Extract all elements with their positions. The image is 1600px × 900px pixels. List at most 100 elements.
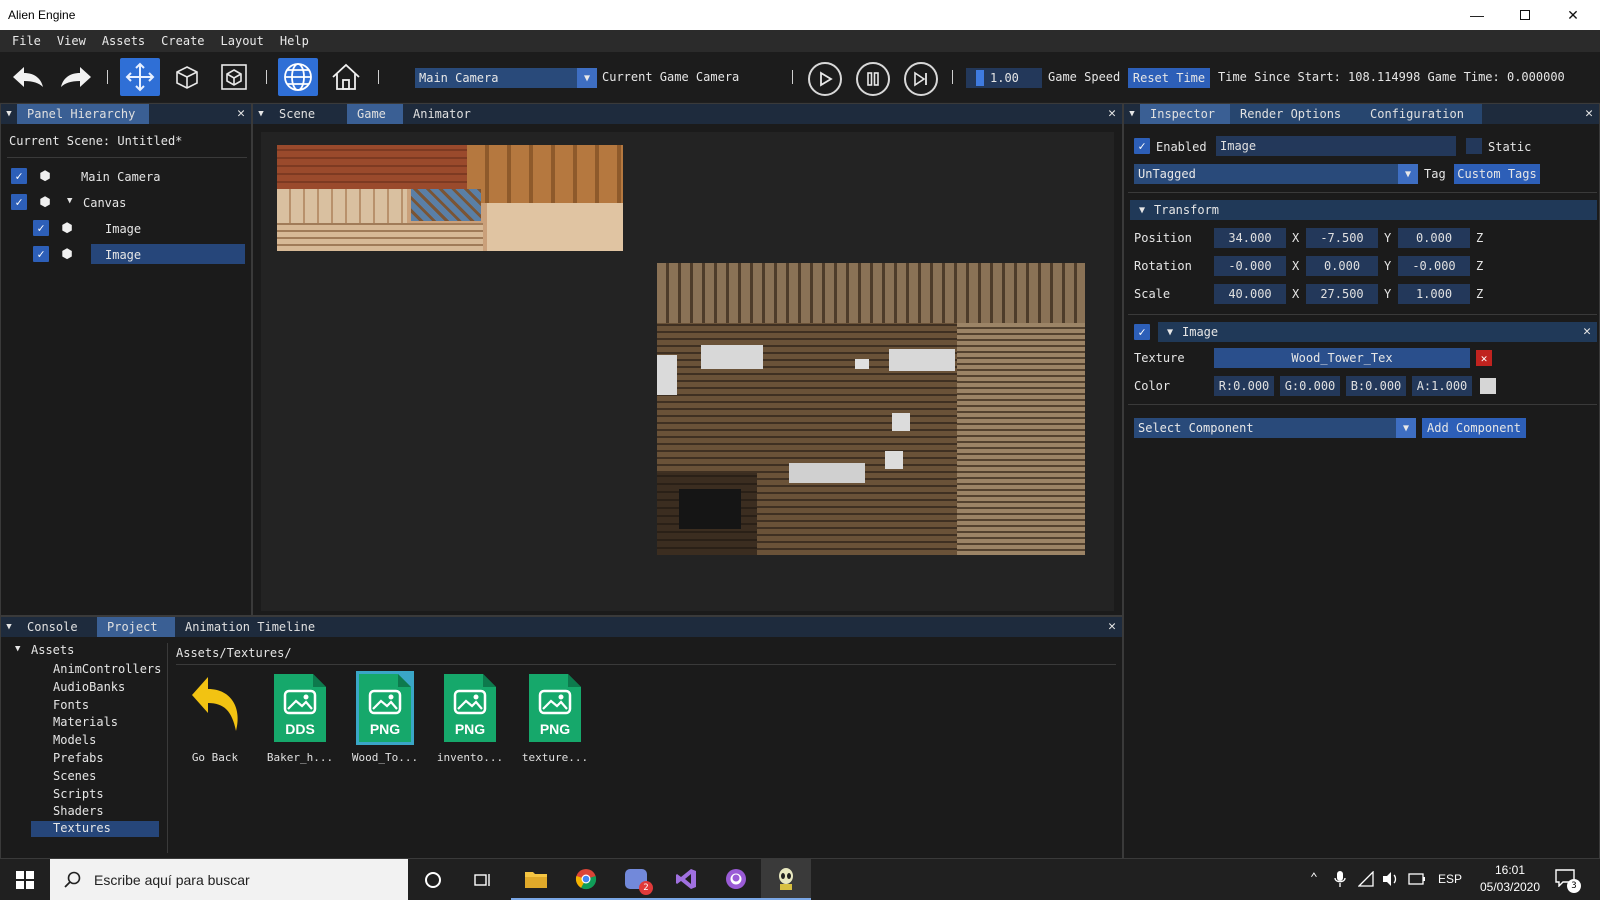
play-button[interactable]	[808, 62, 842, 96]
folder-item[interactable]: Shaders	[53, 803, 161, 821]
expand-arrow-icon[interactable]: ▼	[15, 644, 20, 654]
scale-y-input[interactable]: 27.500	[1306, 284, 1378, 304]
menu-create[interactable]: Create	[153, 34, 212, 48]
texture-slot[interactable]: Wood_Tower_Tex	[1214, 348, 1470, 368]
camera-select[interactable]: Main Camera ▼	[415, 68, 597, 88]
folder-item[interactable]: Scenes	[53, 768, 161, 786]
transform-header[interactable]: ▼ Transform	[1130, 200, 1597, 220]
close-window-button[interactable]: ✕	[1550, 0, 1596, 30]
folder-item[interactable]: Prefabs	[53, 750, 161, 768]
asset-file[interactable]: DDS Baker_h...	[258, 671, 342, 764]
tab-configuration[interactable]: Configuration	[1360, 104, 1482, 124]
tab-inspector[interactable]: Inspector	[1140, 104, 1230, 124]
scale-z-input[interactable]: 1.000	[1398, 284, 1470, 304]
tree-root-assets[interactable]: Assets	[31, 643, 74, 657]
folder-item[interactable]: Scripts	[53, 786, 161, 804]
game-view[interactable]	[261, 132, 1114, 611]
tab-scene[interactable]: Scene	[269, 104, 347, 124]
clear-texture-button[interactable]: ✕	[1476, 350, 1492, 366]
checkbox[interactable]: ✓	[33, 220, 49, 236]
folder-item[interactable]: AnimControllers	[53, 661, 161, 679]
tab-game[interactable]: Game	[347, 104, 403, 124]
volume-icon[interactable]	[1382, 871, 1400, 887]
asset-go-back[interactable]: Go Back	[173, 671, 257, 764]
game-speed-slider[interactable]: 1.00	[966, 68, 1042, 88]
rotate-tool-button[interactable]	[167, 58, 207, 96]
folder-item[interactable]: Fonts	[53, 697, 161, 715]
reset-time-button[interactable]: Reset Time	[1128, 68, 1210, 88]
scale-tool-button[interactable]	[214, 58, 254, 96]
menu-assets[interactable]: Assets	[94, 34, 153, 48]
color-swatch[interactable]	[1480, 378, 1496, 394]
network-icon[interactable]	[1358, 871, 1374, 887]
folder-item[interactable]: Models	[53, 732, 161, 750]
redo-button[interactable]	[56, 58, 96, 96]
hierarchy-item-canvas[interactable]: ✓ ⬢ ▼ Canvas	[11, 192, 247, 212]
collapse-arrow-icon[interactable]: ▼	[253, 104, 269, 124]
tab-animator[interactable]: Animator	[403, 104, 481, 124]
hierarchy-item-image[interactable]: ✓ ⬢ Image	[33, 218, 247, 238]
folder-item-textures-selected[interactable]: Textures	[31, 821, 159, 837]
asset-file-selected[interactable]: PNG Wood_To...	[343, 671, 427, 764]
pause-button[interactable]	[856, 62, 890, 96]
close-icon[interactable]: ✕	[1108, 106, 1116, 121]
tab-panel-hierarchy[interactable]: Panel Hierarchy	[17, 104, 149, 124]
world-space-button[interactable]	[278, 58, 318, 96]
close-icon[interactable]: ✕	[1108, 619, 1116, 634]
maximize-button[interactable]	[1502, 0, 1548, 30]
notifications-button[interactable]: 3	[1555, 869, 1581, 893]
custom-tags-button[interactable]: Custom Tags	[1454, 164, 1540, 184]
select-component-dropdown[interactable]: Select Component ▼	[1134, 418, 1416, 438]
minimize-button[interactable]: —	[1454, 0, 1500, 30]
taskbar-github[interactable]	[711, 859, 761, 900]
checkbox[interactable]: ✓	[33, 246, 49, 262]
checkbox[interactable]: ✓	[11, 168, 27, 184]
collapse-arrow-icon[interactable]: ▼	[1124, 104, 1140, 124]
menu-help[interactable]: Help	[272, 34, 317, 48]
show-hidden-icons-chevron-up-icon[interactable]: ⌃	[1310, 871, 1318, 886]
menu-file[interactable]: File	[4, 34, 49, 48]
menu-layout[interactable]: Layout	[213, 34, 272, 48]
battery-icon[interactable]	[1408, 872, 1426, 886]
rotation-z-input[interactable]: -0.000	[1398, 256, 1470, 276]
microphone-icon[interactable]	[1334, 871, 1346, 887]
undo-button[interactable]	[8, 58, 48, 96]
task-view-button[interactable]	[458, 859, 508, 900]
color-r-input[interactable]: R:0.000	[1214, 376, 1274, 396]
taskbar-visual-studio[interactable]	[661, 859, 711, 900]
color-a-input[interactable]: A:1.000	[1412, 376, 1472, 396]
tab-console[interactable]: Console	[17, 617, 97, 637]
close-icon[interactable]: ✕	[1585, 106, 1593, 121]
input-language[interactable]: ESP	[1438, 872, 1462, 886]
move-tool-button[interactable]	[120, 58, 160, 96]
expand-arrow-icon[interactable]: ▼	[67, 196, 72, 206]
scale-x-input[interactable]: 40.000	[1214, 284, 1286, 304]
add-component-button[interactable]: Add Component	[1422, 418, 1526, 438]
search-box[interactable]: Escribe aquí para buscar	[50, 859, 408, 900]
color-g-input[interactable]: G:0.000	[1280, 376, 1340, 396]
close-icon[interactable]: ✕	[237, 106, 245, 121]
hierarchy-item-image-selected[interactable]: ✓ ⬢ Image	[33, 244, 245, 264]
object-name-input[interactable]: Image	[1216, 136, 1456, 156]
asset-file[interactable]: PNG texture...	[513, 671, 597, 764]
cortana-button[interactable]	[408, 859, 458, 900]
taskbar-explorer[interactable]	[511, 859, 561, 900]
asset-file[interactable]: PNG invento...	[428, 671, 512, 764]
static-checkbox[interactable]	[1466, 138, 1482, 154]
taskbar-discord[interactable]: 2	[611, 859, 661, 900]
enabled-checkbox[interactable]: ✓	[1134, 138, 1150, 154]
step-button[interactable]	[904, 62, 938, 96]
rotation-x-input[interactable]: -0.000	[1214, 256, 1286, 276]
collapse-arrow-icon[interactable]: ▼	[1, 104, 17, 124]
collapse-arrow-icon[interactable]: ▼	[1, 617, 17, 637]
tab-render-options[interactable]: Render Options	[1230, 104, 1360, 124]
local-space-button[interactable]	[326, 58, 366, 96]
menu-view[interactable]: View	[49, 34, 94, 48]
folder-item[interactable]: Materials	[53, 714, 161, 732]
clock[interactable]: 16:01 05/03/2020	[1470, 862, 1550, 896]
image-enabled-checkbox[interactable]: ✓	[1134, 324, 1150, 340]
checkbox[interactable]: ✓	[11, 194, 27, 210]
remove-component-icon[interactable]: ✕	[1583, 324, 1591, 339]
taskbar-chrome[interactable]	[561, 859, 611, 900]
taskbar-alien-engine[interactable]	[761, 859, 811, 900]
